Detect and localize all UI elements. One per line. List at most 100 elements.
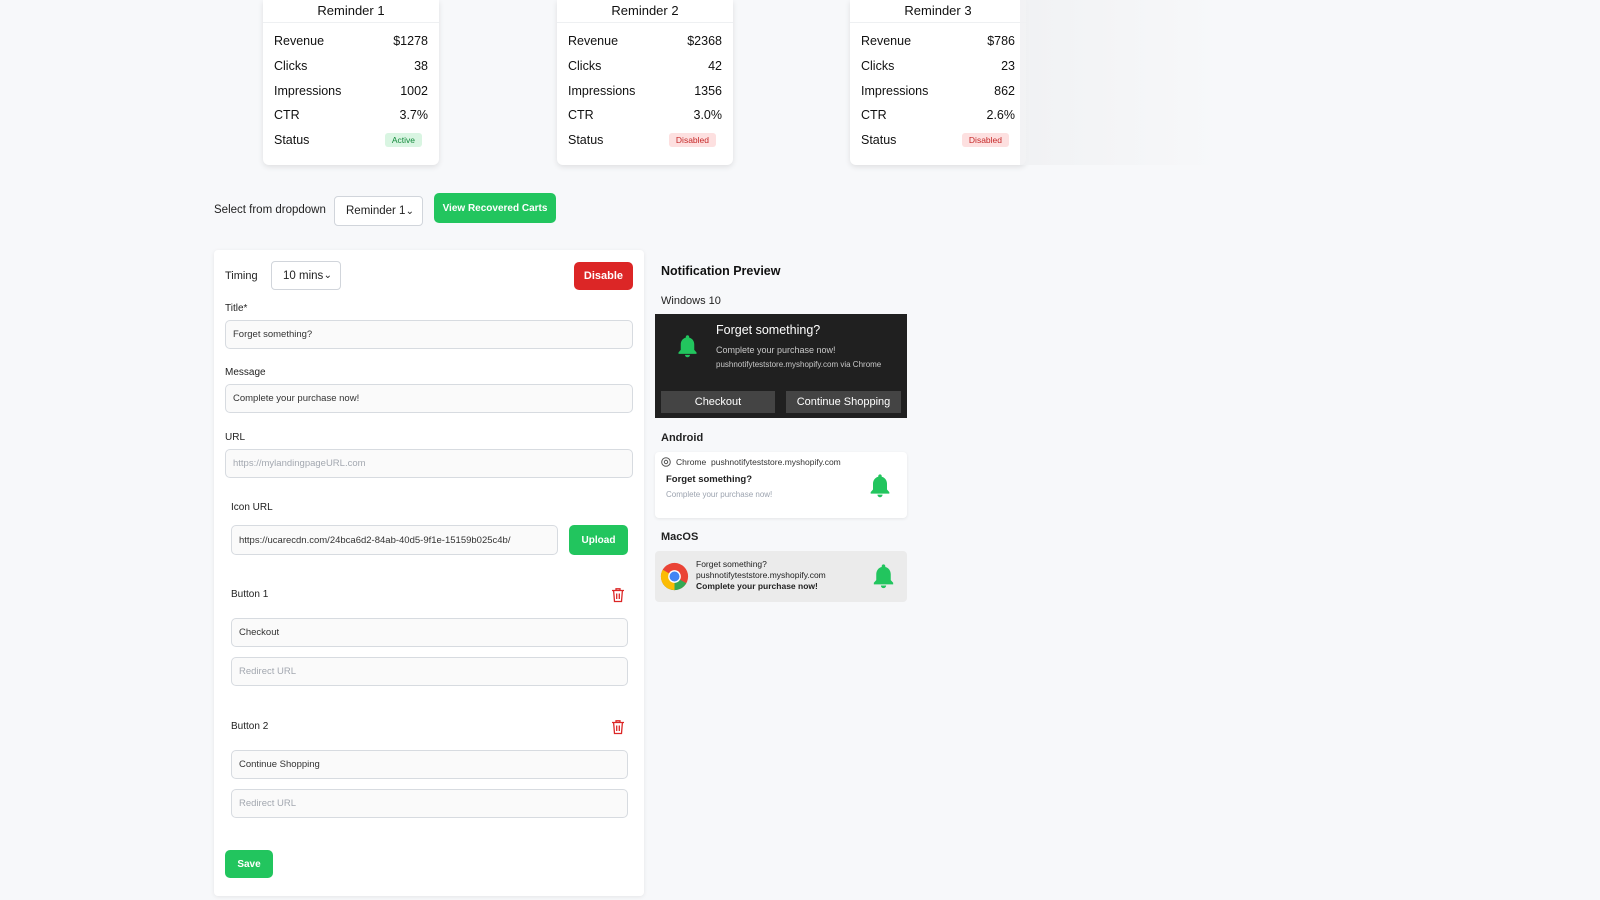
windows-notification: Forget something? Complete your purchase…: [655, 314, 907, 418]
stat-row: Revenue $786: [861, 29, 1015, 54]
reminder-card-1: Reminder 1 Revenue $1278 Clicks 38 Impress…: [263, 0, 439, 165]
timing-label: Timing: [225, 270, 258, 282]
bell-icon: [678, 335, 697, 358]
reminder-select-value: Reminder 1: [346, 205, 406, 217]
title-input[interactable]: Forget something?: [225, 320, 633, 349]
button2-text-input[interactable]: Continue Shopping: [231, 750, 628, 779]
chrome-icon: [661, 457, 671, 467]
windows-notification-message: Complete your purchase now!: [716, 345, 836, 355]
chevron-down-icon: ⌄: [405, 205, 414, 217]
url-input[interactable]: https://mylandingpageURL.com: [225, 449, 633, 478]
stat-value: $1278: [393, 34, 428, 49]
stat-value: 38: [414, 59, 428, 74]
stat-row: Clicks 23: [861, 54, 1015, 79]
button2-redirect-input[interactable]: Redirect URL: [231, 789, 628, 818]
stat-label: Revenue: [568, 34, 619, 49]
message-label: Message: [225, 367, 266, 378]
stat-value: 3.0%: [693, 108, 723, 123]
button1-redirect-input[interactable]: Redirect URL: [231, 657, 628, 686]
preview-title: Notification Preview: [661, 264, 781, 278]
stat-row: CTR 2.6%: [861, 103, 1015, 128]
stat-row: CTR 3.7%: [274, 103, 428, 128]
stat-label: Status: [568, 133, 604, 148]
stat-label: CTR: [568, 108, 594, 123]
macos-label: MacOS: [661, 531, 699, 543]
trash-icon[interactable]: [611, 719, 625, 735]
windows-checkout-button[interactable]: Checkout: [661, 391, 775, 413]
android-notification: Chrome pushnotifyteststore.myshopify.com…: [655, 452, 907, 518]
timing-select[interactable]: 10 mins ⌄: [271, 261, 341, 290]
stat-label: Impressions: [568, 83, 636, 98]
macos-notification: Forget something? pushnotifyteststore.my…: [655, 551, 907, 602]
status-badge: Active: [384, 133, 422, 148]
windows-notification-title: Forget something?: [716, 323, 821, 337]
stat-label: Impressions: [274, 83, 342, 98]
windows-continue-button[interactable]: Continue Shopping: [786, 391, 901, 413]
message-input[interactable]: Complete your purchase now!: [225, 384, 633, 413]
windows-notification-source: pushnotifyteststore.myshopify.com via Ch…: [716, 360, 882, 369]
stat-row: Clicks 42: [568, 54, 722, 79]
view-recovered-carts-button[interactable]: View Recovered Carts: [434, 193, 556, 223]
stat-row: Status Active: [274, 128, 428, 153]
card-scroll-fade: [1020, 0, 1220, 165]
stat-value: 862: [994, 83, 1015, 98]
stat-value: 1002: [400, 83, 428, 98]
bell-icon: [873, 564, 894, 589]
reminder-card-2: Reminder 2 Revenue $2368 Clicks 42 Impress…: [557, 0, 733, 165]
windows-label: Windows 10: [661, 295, 721, 307]
reminder-card-3: Reminder 3 Revenue $786 Clicks 23 Impressi…: [850, 0, 1026, 165]
stat-value: 23: [1001, 59, 1015, 74]
stat-value: $2368: [687, 34, 722, 49]
upload-button[interactable]: Upload: [569, 525, 628, 555]
android-label: Android: [661, 432, 704, 444]
stat-label: Revenue: [274, 34, 325, 49]
stat-row: Impressions 1356: [568, 78, 722, 103]
stat-row: Revenue $2368: [568, 29, 722, 54]
save-button[interactable]: Save: [225, 850, 273, 878]
stat-value: $786: [987, 34, 1015, 49]
disable-button[interactable]: Disable: [574, 262, 633, 290]
bell-icon: [870, 474, 890, 498]
stat-label: CTR: [274, 108, 300, 123]
macos-message: Complete your purchase now!: [696, 581, 818, 591]
stat-row: Impressions 1002: [274, 78, 428, 103]
url-label: URL: [225, 432, 246, 443]
macos-domain: pushnotifyteststore.myshopify.com: [696, 570, 826, 580]
stat-value: 1356: [694, 83, 722, 98]
stat-row: CTR 3.0%: [568, 103, 722, 128]
chevron-down-icon: ⌄: [323, 270, 332, 281]
status-badge: Disabled: [961, 133, 1009, 148]
stat-label: Status: [861, 133, 897, 148]
stat-label: Status: [274, 133, 310, 148]
button1-label: Button 1: [231, 589, 269, 600]
stat-label: CTR: [861, 108, 887, 123]
stat-value: 2.6%: [986, 108, 1016, 123]
timing-select-value: 10 mins: [283, 269, 324, 282]
stat-label: Clicks: [274, 59, 308, 74]
card-title: Reminder 3: [904, 3, 972, 18]
android-domain: pushnotifyteststore.myshopify.com: [711, 457, 841, 467]
card-title: Reminder 2: [611, 3, 679, 18]
android-app-name: Chrome: [676, 457, 707, 467]
icon-url-label: Icon URL: [231, 502, 273, 513]
button1-text-input[interactable]: Checkout: [231, 618, 628, 647]
android-title: Forget something?: [666, 474, 753, 485]
stat-value: 3.7%: [399, 108, 429, 123]
icon-url-input[interactable]: https://ucarecdn.com/24bca6d2-84ab-40d5-…: [231, 525, 558, 555]
stat-row: Impressions 862: [861, 78, 1015, 103]
stat-label: Impressions: [861, 83, 929, 98]
reminder-select[interactable]: Reminder 1 ⌄: [334, 196, 423, 226]
stat-label: Clicks: [861, 59, 895, 74]
stat-row: Clicks 38: [274, 54, 428, 79]
android-message: Complete your purchase now!: [666, 490, 773, 499]
title-label: Title*: [225, 303, 248, 314]
trash-icon[interactable]: [611, 587, 625, 603]
stat-row: Revenue $1278: [274, 29, 428, 54]
reminder-form: Timing 10 mins ⌄ Disable Title* Forget s…: [214, 250, 644, 896]
dropdown-label: Select from dropdown: [214, 204, 326, 216]
card-title: Reminder 1: [317, 3, 385, 18]
macos-title: Forget something?: [696, 559, 767, 569]
stat-label: Clicks: [568, 59, 602, 74]
stat-row: Status Disabled: [861, 128, 1015, 153]
status-badge: Disabled: [668, 133, 716, 148]
